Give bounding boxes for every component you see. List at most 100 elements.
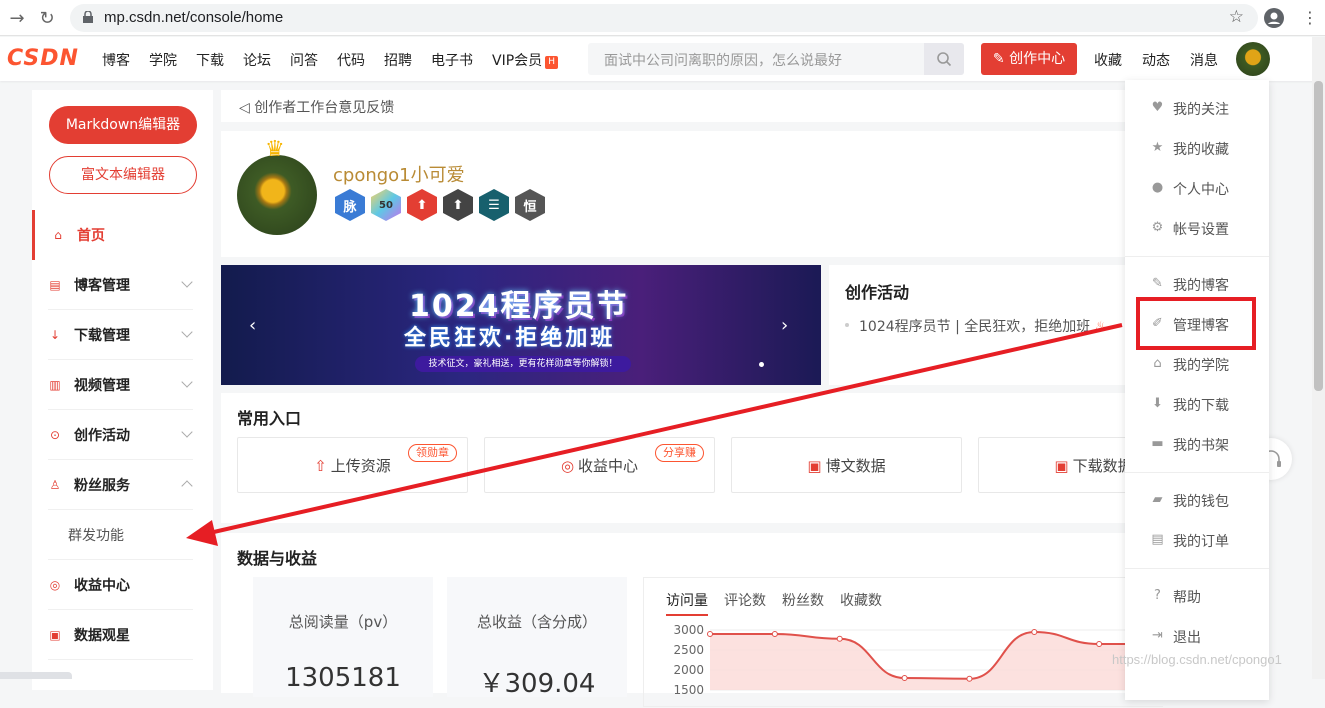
tab-fans[interactable]: 粉丝数 (782, 590, 824, 616)
menu-item-label: 个人中心 (1173, 182, 1229, 198)
profile-avatar[interactable] (237, 155, 317, 235)
menu-item-follow[interactable]: ♥ 我的关注 (1125, 88, 1269, 128)
profile-name[interactable]: cpongo1小可爱 (333, 161, 465, 187)
y-tick-label: 2000 (673, 663, 704, 677)
entry-upload[interactable]: ⇧ 上传资源 领勋章 (237, 437, 468, 493)
sidebar-item-activity[interactable]: ⊙ 创作活动 (48, 410, 193, 460)
sidebar-item-data[interactable]: ▣ 数据观星 (48, 610, 193, 660)
activity-item-text: 1024程序员节 | 全民狂欢，拒绝加班 (859, 319, 1091, 335)
menu-divider (1125, 472, 1269, 473)
sidebar-menu: ⌂ 首页 ▤ 博客管理 ↓ 下载管理 ▥ 视频管理 ⊙ 创作活动 ♙ 粉丝服务 群发功能 ◎… (32, 210, 213, 660)
site-header: CSDN 博客 学院 下载 论坛 问答 代码 招聘 电子书 VIP会员 H 面试中… (0, 37, 1325, 81)
menu-item-logout[interactable]: ⇥ 退出 (1125, 616, 1269, 656)
page-scrollbar[interactable] (1312, 37, 1325, 679)
dynamics-link[interactable]: 动态 (1142, 50, 1170, 70)
nav-jobs[interactable]: 招聘 (384, 50, 412, 70)
badge-list-icon[interactable]: ☰ (479, 189, 509, 221)
promo-banner[interactable]: 1024程序员节 全民狂欢·拒绝加班 技术征文，豪礼相送，更有花样勋章等你解锁！… (221, 265, 821, 385)
entry-label: 上传资源 (330, 457, 391, 475)
heart-icon: ♥ (1151, 100, 1164, 115)
richtext-editor-button[interactable]: 富文本编辑器 (49, 156, 197, 194)
sidebar-item-fans[interactable]: ♙ 粉丝服务 (48, 460, 193, 510)
sidebar-item-blog-manage[interactable]: ▤ 博客管理 (48, 260, 193, 310)
menu-item-collect[interactable]: ★ 我的收藏 (1125, 128, 1269, 168)
browser-menu-icon[interactable]: ⋮ (1302, 8, 1318, 27)
menu-divider (1125, 256, 1269, 257)
trend-chart: 访问量 评论数 粉丝数 收藏数 3000 2500 2000 1500 (643, 577, 1164, 707)
badge-red-arrow[interactable]: ⬆ (407, 189, 437, 221)
activity-item[interactable]: 1024程序员节 | 全民狂欢，拒绝加班 ♨ (845, 316, 1107, 336)
nav-blog[interactable]: 博客 (102, 50, 130, 70)
scrollbar-thumb[interactable] (1314, 81, 1323, 391)
nav-code[interactable]: 代码 (337, 50, 365, 70)
watermark: https://blog.csdn.net/cpongo1 (1112, 652, 1282, 667)
chevron-down-icon (181, 326, 193, 338)
address-bar[interactable]: mp.csdn.net/console/home ☆ (70, 4, 1258, 32)
carousel-dot[interactable] (759, 362, 764, 367)
badge-50[interactable]: 50 (371, 189, 401, 221)
bookmark-star-icon[interactable]: ☆ (1229, 7, 1244, 27)
menu-item-school[interactable]: ⌂ 我的学院 (1125, 344, 1269, 384)
sidebar-item-label: 粉丝服务 (74, 477, 130, 494)
nav-edu[interactable]: 学院 (149, 50, 177, 70)
banner-next-icon[interactable]: › (781, 315, 788, 336)
menu-item-downloads[interactable]: ⬇ 我的下载 (1125, 384, 1269, 424)
tab-visits[interactable]: 访问量 (666, 590, 708, 616)
download-icon: ↓ (49, 327, 61, 342)
school-icon: ⌂ (1153, 356, 1162, 371)
sidebar-item-home[interactable]: ⌂ 首页 (32, 210, 193, 260)
sidebar-item-label: 数据观星 (74, 627, 130, 644)
menu-item-label: 退出 (1173, 630, 1201, 646)
sidebar-item-video-manage[interactable]: ▥ 视频管理 (48, 360, 193, 410)
stat-total-reads[interactable]: 总阅读量（pv） 1305181 (253, 577, 433, 697)
settings-icon: ⚙ (1151, 220, 1164, 235)
badge-mai[interactable]: 脉 (335, 189, 365, 221)
feedback-bar[interactable]: ◁ 创作者工作台意见反馈 (221, 90, 1141, 122)
nav-ebook[interactable]: 电子书 (431, 50, 473, 70)
menu-divider (1125, 568, 1269, 569)
nav-download[interactable]: 下载 (196, 50, 224, 70)
chart-tabs: 访问量 评论数 粉丝数 收藏数 (666, 590, 898, 616)
menu-item-orders[interactable]: ▤ 我的订单 (1125, 520, 1269, 560)
menu-item-help[interactable]: ? 帮助 (1125, 576, 1269, 616)
tab-comments[interactable]: 评论数 (724, 590, 766, 616)
forward-icon[interactable]: → (6, 7, 28, 29)
search-button[interactable] (924, 43, 964, 75)
banner-prev-icon[interactable]: ‹ (249, 315, 256, 336)
stat-total-income[interactable]: 总收益（含分成） ￥309.04 (447, 577, 627, 699)
data-heading: 数据与收益 (237, 549, 318, 568)
entry-income[interactable]: ◎ 收益中心 分享赚 (484, 437, 715, 493)
menu-item-bookshelf[interactable]: ▬ 我的书架 (1125, 424, 1269, 464)
stat-value: ￥309.04 (478, 669, 596, 699)
user-avatar[interactable] (1236, 42, 1270, 76)
favorites-link[interactable]: 收藏 (1094, 50, 1122, 70)
menu-item-label: 我的学院 (1173, 358, 1229, 374)
sidebar-subitem-broadcast[interactable]: 群发功能 (48, 510, 193, 560)
tab-favorites[interactable]: 收藏数 (840, 590, 882, 616)
account-icon[interactable] (1264, 8, 1284, 28)
csdn-logo[interactable]: CSDN (7, 46, 79, 71)
sidebar-item-income[interactable]: ◎ 收益中心 (48, 560, 193, 610)
nav-qa[interactable]: 问答 (290, 50, 318, 70)
create-center-button[interactable]: ✎ 创作中心 (981, 43, 1077, 75)
menu-item-settings[interactable]: ⚙ 帐号设置 (1125, 208, 1269, 248)
sidebar-item-download-manage[interactable]: ↓ 下载管理 (48, 310, 193, 360)
book-icon: ▬ (1151, 436, 1164, 451)
star-icon: ★ (1151, 140, 1164, 155)
search-input[interactable]: 面试中公司问离职的原因，怎么说最好 (588, 43, 964, 75)
badge-heng[interactable]: 恒 (515, 189, 545, 221)
nav-vip[interactable]: VIP会员 H (492, 50, 559, 70)
entry-blog-data[interactable]: ▣ 博文数据 (731, 437, 962, 493)
entry-tag: 领勋章 (408, 444, 457, 462)
nav-forum[interactable]: 论坛 (243, 50, 271, 70)
data-point (836, 635, 843, 642)
messages-link[interactable]: 消息 (1190, 50, 1218, 70)
menu-item-wallet[interactable]: ▰ 我的钱包 (1125, 480, 1269, 520)
search-placeholder: 面试中公司问离职的原因，怎么说最好 (604, 53, 842, 69)
badge-dark-arrow[interactable]: ⬆ (443, 189, 473, 221)
reload-icon[interactable]: ↻ (36, 7, 58, 29)
markdown-editor-button[interactable]: Markdown编辑器 (49, 106, 197, 144)
data-point (1096, 641, 1103, 647)
menu-item-profile[interactable]: ● 个人中心 (1125, 168, 1269, 208)
y-tick-label: 1500 (673, 683, 704, 697)
